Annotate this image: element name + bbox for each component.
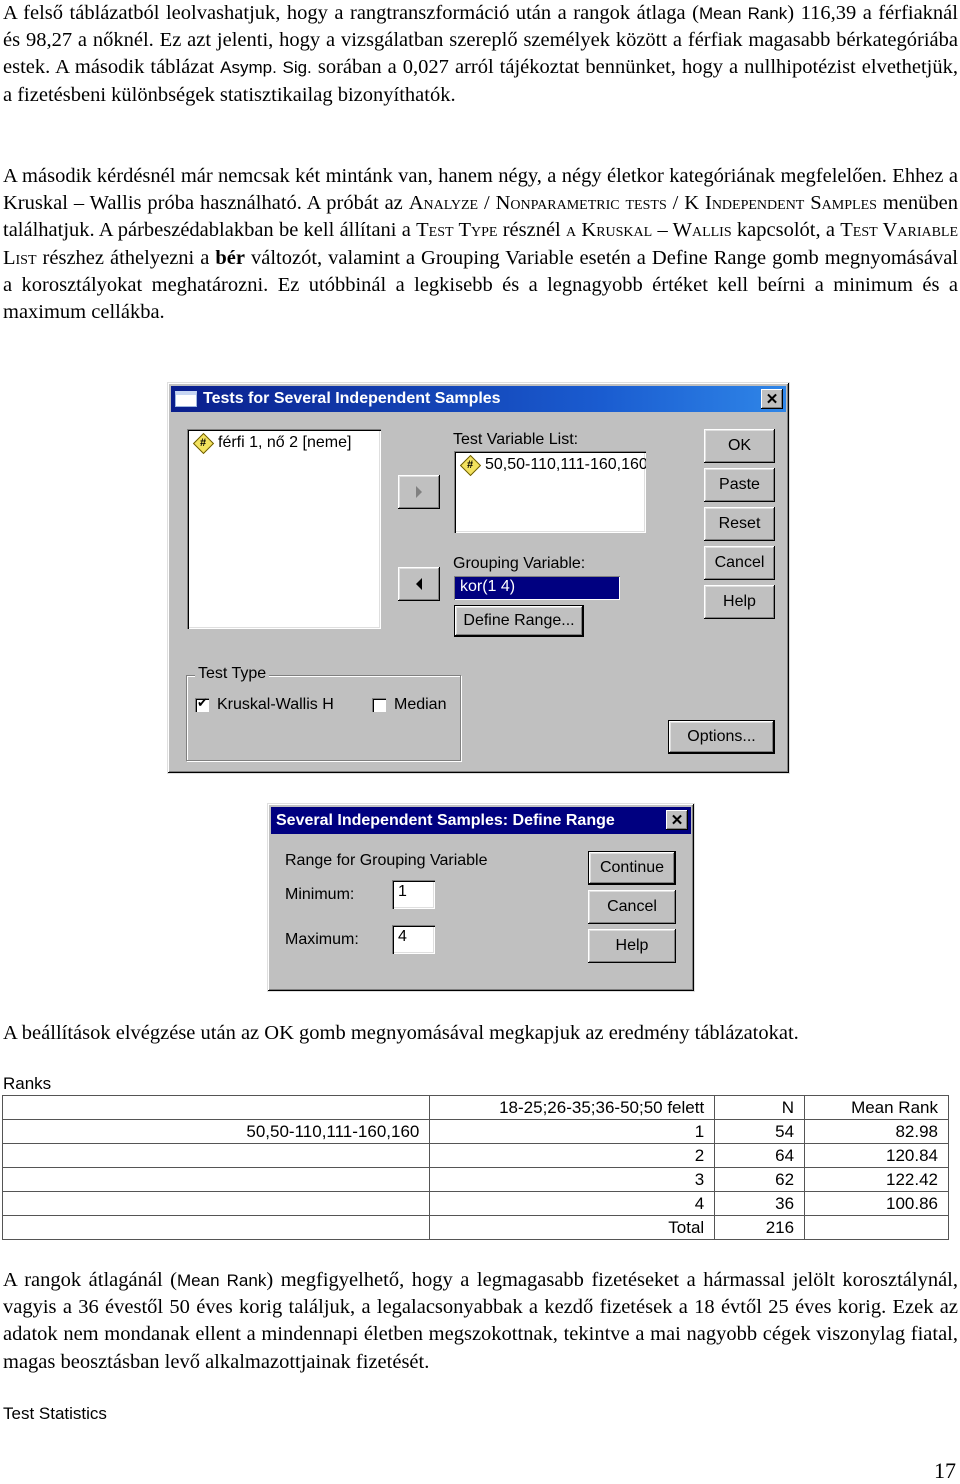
test-type-group: Test Type Kruskal-Wallis H Median	[186, 665, 461, 761]
menu-path: Analyze / Nonparametric tests / K Indepe…	[408, 192, 877, 215]
table-cell: 4	[429, 1191, 716, 1216]
header-cell: 18-25;26-35;36-50;50 felett	[429, 1095, 716, 1120]
dialog-title: Tests for Several Independent Samples	[203, 390, 501, 407]
numeric-variable-icon: #	[460, 455, 480, 475]
tests-several-samples-dialog: Tests for Several Independent Samples ✕ …	[167, 382, 790, 774]
kruskal-wallis-checkbox[interactable]: Kruskal-Wallis H	[195, 695, 334, 714]
grouping-variable-field[interactable]: kor(1 4)	[454, 576, 620, 600]
ok-button[interactable]: OK	[704, 429, 775, 463]
close-button[interactable]: ✕	[666, 810, 688, 830]
list-item-label: 50,50-110,111-160,160	[485, 456, 646, 473]
list-item-label: férfi 1, nő 2 [neme]	[218, 434, 352, 451]
maximum-label: Maximum:	[285, 931, 359, 948]
table-row: 3 62 122.42	[1, 1167, 949, 1192]
text: A rangok átlagánál (	[3, 1269, 177, 1291]
text: kapcsolót, a	[731, 219, 841, 242]
table-cell	[1, 1143, 431, 1168]
ui-term: Asymp. Sig.	[220, 58, 312, 78]
grouping-variable-label: Grouping Variable:	[453, 555, 586, 572]
ui-term: Mean Rank	[698, 4, 788, 23]
paragraph-interpretation: A rangok átlagánál (Mean Rank) megfigyel…	[3, 1267, 958, 1376]
arrow-right-icon	[416, 486, 422, 498]
close-button[interactable]: ✕	[761, 389, 783, 409]
maximum-input[interactable]: 4	[392, 925, 435, 954]
table-row: 4 36 100.86	[1, 1191, 949, 1216]
table-cell: 2	[429, 1143, 716, 1168]
options-button[interactable]: Options...	[668, 720, 775, 754]
window-icon	[175, 391, 197, 407]
paragraph-kruskal-instructions: A második kérdésnél már nemcsak két mint…	[3, 163, 958, 326]
table-row: 2 64 120.84	[1, 1143, 949, 1168]
table-cell: 3	[429, 1167, 716, 1192]
median-label: Median	[394, 696, 447, 713]
table-cell: Total	[429, 1215, 716, 1240]
table-cell: 50,50-110,111-160,160	[1, 1119, 431, 1144]
source-variable-list[interactable]: # férfi 1, nő 2 [neme]	[187, 429, 381, 629]
paste-button[interactable]: Paste	[704, 468, 775, 502]
text: részhez áthelyezni a	[36, 246, 216, 269]
table-cell: 54	[714, 1119, 806, 1144]
range-group-label: Range for Grouping Variable	[285, 852, 488, 869]
table-cell: 64	[714, 1143, 806, 1168]
table-cell	[1, 1215, 431, 1240]
kruskal-wallis-label: Kruskal-Wallis H	[217, 696, 334, 713]
text: A felső táblázatból leolvashatjuk, hogy …	[3, 2, 699, 24]
test-type-legend: Test Type	[195, 665, 270, 683]
dialog-title: Several Independent Samples: Define Rang…	[276, 811, 615, 829]
list-item[interactable]: # 50,50-110,111-160,160	[460, 455, 646, 475]
define-range-dialog: Several Independent Samples: Define Rang…	[267, 803, 695, 992]
text: résznél	[497, 219, 567, 242]
close-icon: ✕	[765, 391, 779, 408]
table-cell: 216	[714, 1215, 806, 1240]
table-row-total: Total 216	[1, 1215, 949, 1240]
dialog-titlebar: Several Independent Samples: Define Rang…	[271, 807, 691, 834]
test-variable-list-label: Test Variable List:	[453, 431, 579, 448]
help-button[interactable]: Help	[588, 929, 676, 963]
table-row: 50,50-110,111-160,160 1 54 82.98	[1, 1119, 949, 1144]
test-variable-list[interactable]: # 50,50-110,111-160,160	[454, 451, 646, 533]
table-cell: 1	[429, 1119, 716, 1144]
table-cell: 36	[714, 1191, 806, 1216]
checkbox-checked-icon	[195, 695, 209, 712]
median-checkbox[interactable]: Median	[372, 696, 446, 714]
ui-term: Mean Rank	[177, 1271, 267, 1290]
ui-term: Test Type	[416, 219, 498, 242]
ui-term: a Kruskal – Wallis	[566, 219, 732, 242]
arrow-left-icon	[416, 578, 422, 590]
header-cell	[1, 1095, 431, 1120]
table-header-row: 18-25;26-35;36-50;50 felett N Mean Rank	[1, 1095, 949, 1120]
help-button[interactable]: Help	[704, 585, 775, 619]
cancel-button[interactable]: Cancel	[704, 546, 775, 580]
header-cell: Mean Rank	[804, 1095, 949, 1120]
move-to-test-list-button[interactable]	[398, 475, 440, 509]
table-cell	[1, 1191, 431, 1216]
checkbox-unchecked-icon	[372, 698, 386, 712]
table-cell: 100.86	[804, 1191, 949, 1216]
test-statistics-caption: Test Statistics	[3, 1404, 107, 1423]
cancel-button[interactable]: Cancel	[588, 890, 676, 924]
paragraph-rank-results: A felső táblázatból leolvashatjuk, hogy …	[3, 0, 958, 109]
paragraph-results-intro: A beállítások elvégzése után az OK gomb …	[3, 1022, 799, 1044]
move-from-grouping-button[interactable]	[398, 567, 440, 601]
table-cell	[1, 1167, 431, 1192]
ranks-table: 18-25;26-35;36-50;50 felett N Mean Rank …	[1, 1095, 949, 1240]
ranks-caption: Ranks	[3, 1074, 52, 1093]
table-cell: 62	[714, 1167, 806, 1192]
reset-button[interactable]: Reset	[704, 507, 775, 541]
minimum-label: Minimum:	[285, 886, 355, 903]
numeric-variable-icon: #	[193, 433, 213, 453]
list-item[interactable]: # férfi 1, nő 2 [neme]	[193, 433, 351, 453]
minimum-input[interactable]: 1	[392, 880, 435, 909]
table-cell: 122.42	[804, 1167, 949, 1192]
close-icon: ✕	[670, 812, 684, 829]
define-range-button[interactable]: Define Range...	[454, 605, 584, 637]
page-number: 17	[934, 1458, 956, 1483]
header-cell: N	[714, 1095, 806, 1120]
continue-button[interactable]: Continue	[588, 851, 676, 885]
dialog-titlebar: Tests for Several Independent Samples ✕	[171, 386, 786, 412]
table-cell: 120.84	[804, 1143, 949, 1168]
table-cell	[804, 1215, 949, 1240]
variable-name: bér	[215, 246, 245, 269]
table-cell: 82.98	[804, 1119, 949, 1144]
